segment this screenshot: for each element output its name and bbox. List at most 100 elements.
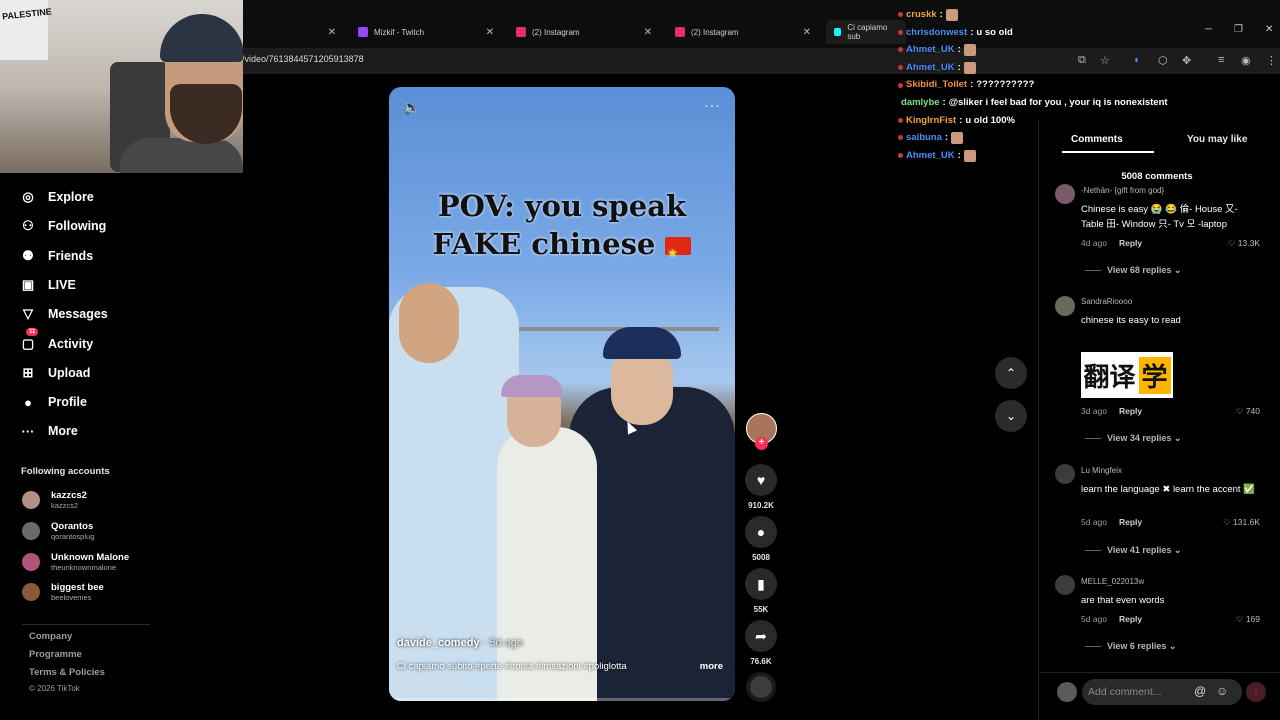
view-replies-button[interactable]: View 41 replies ⌄ xyxy=(1085,545,1181,556)
tab-you-may-like[interactable]: You may like xyxy=(1187,134,1247,145)
tab-comments[interactable]: Comments xyxy=(1071,134,1123,145)
sidebar-item-activity[interactable]: ▢ 11 Activity xyxy=(20,328,93,354)
see-translation-link[interactable]: See translation xyxy=(397,677,457,687)
chat-username: KingIrnFist xyxy=(906,114,957,126)
media-controls-icon[interactable]: ≡ xyxy=(1218,54,1224,66)
sidebar-item-upload[interactable]: ⊞ Upload xyxy=(20,363,91,383)
sidebar-item-messages[interactable]: ▽ Messages xyxy=(20,304,108,324)
chat-text: u so old xyxy=(976,26,1013,38)
comment-username[interactable]: SandraRioooo xyxy=(1081,297,1132,306)
sidebar-item-more[interactable]: ··· More xyxy=(20,421,78,441)
comment-avatar[interactable] xyxy=(1055,575,1075,595)
heart-icon: ♥ xyxy=(756,472,766,488)
heart-outline-icon: ♡ xyxy=(1227,238,1236,248)
sidebar-item-profile[interactable]: ● Profile xyxy=(20,392,87,412)
sidebar-item-explore[interactable]: ◎ Explore xyxy=(20,187,94,207)
chat-username: chrisdonwest xyxy=(906,26,968,38)
reply-button[interactable]: Reply xyxy=(1119,406,1142,416)
previous-video-button[interactable]: ⌃ xyxy=(995,357,1027,389)
browser-tab-twitch[interactable]: Mizkif - Twitch ✕ xyxy=(350,20,502,44)
footer-programme-link[interactable]: Programme xyxy=(29,649,82,660)
reply-button[interactable]: Reply xyxy=(1119,517,1142,527)
sidebar-item-live[interactable]: ▣ LIVE xyxy=(20,275,76,295)
comment-like-count: 740 xyxy=(1245,406,1260,416)
tab-label: (2) Instagram xyxy=(532,27,580,37)
chat-colon: : xyxy=(939,9,943,20)
comment-username[interactable]: -Nethān- {gift from god} xyxy=(1081,186,1164,195)
following-account[interactable]: Qorantos qorantosplug xyxy=(22,517,94,545)
close-window-icon[interactable]: ✕ xyxy=(1265,24,1273,35)
reply-button[interactable]: Reply xyxy=(1119,614,1142,624)
chat-username: Ahmet_UK xyxy=(906,44,955,56)
profile-icon[interactable]: ◉ xyxy=(1241,54,1251,67)
footer-terms-link[interactable]: Terms & Policies xyxy=(29,667,105,678)
video-player[interactable]: POV: you speak FAKE chinese 🔈 ··· davide… xyxy=(389,87,735,701)
send-comment-button[interactable]: ↑ xyxy=(1246,682,1266,702)
browser-tab-hidden[interactable]: ✕ xyxy=(248,20,344,44)
comment-meta: 4d ago Reply xyxy=(1081,238,1142,248)
comment-username[interactable]: Lu Mingfeix xyxy=(1081,466,1122,475)
comment-like[interactable]: ♡ 131.6K xyxy=(1223,517,1260,528)
comment-like[interactable]: ♡ 169 xyxy=(1236,614,1260,625)
profile-avatar-icon: ● xyxy=(24,394,32,410)
mention-icon[interactable]: @ xyxy=(1194,684,1206,698)
url-text[interactable]: /video/7613844571205913878 xyxy=(242,54,364,64)
comment-like[interactable]: ♡ 740 xyxy=(1236,406,1260,417)
poster-text: PALESTINE xyxy=(1,6,53,22)
description-more-button[interactable]: more xyxy=(700,661,723,672)
following-account[interactable]: kazzcs2 kazzcs2 xyxy=(22,486,87,514)
volume-icon[interactable]: 🔈 xyxy=(403,99,420,116)
account-username: kazzcs2 xyxy=(51,501,79,510)
close-tab-icon[interactable]: ✕ xyxy=(803,27,811,38)
browser-tab-instagram[interactable]: (2) Instagram ✕ xyxy=(508,20,660,44)
save-button[interactable]: ▮ xyxy=(745,568,777,600)
video-more-options-icon[interactable]: ··· xyxy=(704,97,721,113)
comment-sticker-image: 翻译学 xyxy=(1081,352,1173,398)
comment-avatar[interactable] xyxy=(1055,464,1075,484)
view-replies-button[interactable]: View 68 replies ⌄ xyxy=(1085,265,1181,276)
extensions-puzzle-icon[interactable]: ✥ xyxy=(1182,54,1191,67)
instagram-icon xyxy=(675,27,685,37)
close-tab-icon[interactable]: ✕ xyxy=(644,27,652,38)
extension-shield-icon[interactable]: ⬡ xyxy=(1158,54,1168,67)
comment-avatar[interactable] xyxy=(1055,184,1075,204)
following-account[interactable]: Unknown Malone theunknownmalone xyxy=(22,548,129,576)
video-progress-bar[interactable] xyxy=(389,698,735,701)
comment-button[interactable]: ● xyxy=(745,516,777,548)
like-button[interactable]: ♥ xyxy=(745,464,777,496)
chat-username: Ahmet_UK xyxy=(906,149,955,161)
comment-like[interactable]: ♡ 13.3K xyxy=(1228,238,1260,249)
chat-colon: : xyxy=(957,44,961,56)
browser-tab-instagram-2[interactable]: (2) Instagram ✕ xyxy=(667,20,819,44)
music-disc-icon[interactable] xyxy=(746,672,776,702)
sidebar-item-following[interactable]: ⚇ Following xyxy=(20,216,106,236)
share-button[interactable]: ➦ xyxy=(745,620,777,652)
follow-plus-icon[interactable]: + xyxy=(755,437,768,450)
view-replies-button[interactable]: View 34 replies ⌄ xyxy=(1085,433,1181,444)
streamer-body xyxy=(120,138,243,173)
footer-company-link[interactable]: Company xyxy=(29,631,72,642)
streamer-beanie xyxy=(160,14,243,62)
emoji-icon[interactable]: ☺ xyxy=(1216,684,1228,698)
sidebar-item-friends[interactable]: ⚉ Friends xyxy=(20,246,93,266)
close-tab-icon[interactable]: ✕ xyxy=(486,27,494,38)
chat-emote-icon xyxy=(963,61,976,74)
comment-avatar[interactable] xyxy=(1055,296,1075,316)
person-left-head xyxy=(399,283,459,363)
following-account[interactable]: biggest bee beelovemes xyxy=(22,578,104,606)
minimize-icon[interactable]: ─ xyxy=(1205,24,1212,35)
author-name[interactable]: davide_comedy xyxy=(397,637,480,649)
close-tab-icon[interactable]: ✕ xyxy=(328,27,336,38)
chat-username: Ahmet_UK xyxy=(906,61,955,73)
more-dots-icon: ··· xyxy=(21,423,35,439)
twitch-icon xyxy=(358,27,368,37)
comment-username[interactable]: MELLE_022013w xyxy=(1081,577,1144,586)
maximize-icon[interactable]: ❐ xyxy=(1234,24,1243,35)
video-author[interactable]: davide_comedy · 5d ago xyxy=(397,637,523,649)
view-replies-button[interactable]: View 6 replies ⌄ xyxy=(1085,641,1176,652)
chat-emote-icon xyxy=(951,131,964,144)
next-video-button[interactable]: ⌄ xyxy=(995,400,1027,432)
browser-menu-icon[interactable]: ⋮ xyxy=(1266,54,1277,67)
browser-tab-tiktok[interactable]: Ci capiamo sub xyxy=(826,20,906,44)
reply-button[interactable]: Reply xyxy=(1119,238,1142,248)
